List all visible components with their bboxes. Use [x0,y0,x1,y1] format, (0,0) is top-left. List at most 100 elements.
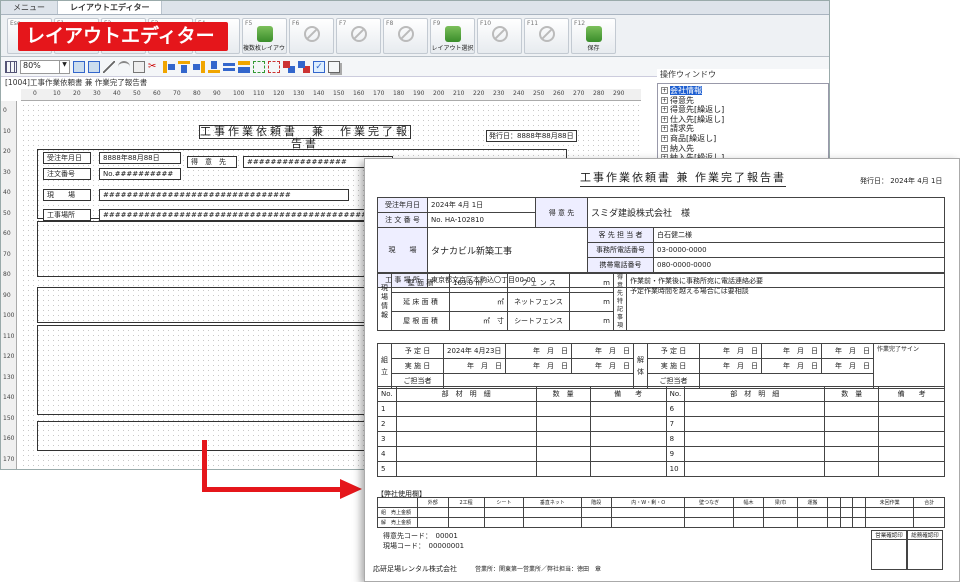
align-left-icon[interactable] [163,60,175,73]
site-info-table: 現場情報 壁 面 積 163.0 ㎡ フ ェ ン ス m 得意先特記事項 作業前… [377,273,945,331]
distribute-icon[interactable] [223,60,235,73]
expand-icon[interactable]: + [661,115,668,123]
canvas-parts-frame[interactable] [37,325,367,415]
completion-sign-label: 作業完了サイン [873,343,945,389]
text-tool-icon[interactable] [133,60,145,73]
expand-icon[interactable]: + [661,87,668,94]
canvas-site-label[interactable]: 現 場 [43,189,91,201]
fence-unit: m [569,273,614,293]
align-bottom-icon[interactable] [208,60,220,73]
move-tool-icon[interactable] [88,60,100,73]
tree-item[interactable]: + 得意先[繰返し] [661,105,825,115]
canvas-address-label[interactable]: 工事場所 [43,209,91,221]
fkey-number: F7 [339,20,347,27]
fkey-button-5[interactable]: F5 複数枚レイアウト [242,18,287,54]
actual-date-label: 実 施 日 [391,358,444,374]
check-icon[interactable]: ✓ [313,60,325,73]
ruler-h-tick: 110 [253,90,265,97]
company-col-header: 合計 [913,497,945,508]
fkey-button-10[interactable]: F10 [477,18,522,54]
tree-item[interactable]: + 得意先 [661,96,825,106]
group-icon[interactable] [253,60,265,73]
same-width-icon[interactable] [238,60,250,73]
tab-layout-editor[interactable]: レイアウトエディター [58,1,163,14]
canvas-assembly-frame[interactable] [37,287,367,323]
tree-item[interactable]: + 会社情報 [661,86,825,96]
ruler-v-tick: 40 [3,189,11,196]
fkey-number: F10 [480,20,492,27]
curve-tool-icon[interactable] [118,60,130,73]
order-date-label: 受注年月日 [377,197,428,213]
canvas-date-label[interactable]: 受注年月日 [43,152,91,164]
assembly-side-label: 組立 [377,343,392,389]
tree-item[interactable]: + 請求先 [661,124,825,134]
parts-row-no: 5 [377,461,397,477]
sheet-title: 工事作業依頼書 兼 作業完了報告書 [580,169,786,187]
company-col-header: 外部 [417,497,449,508]
canvas-issue-date[interactable]: 発行日：8888年88月88日 [486,130,577,142]
order-no-value: No. HA-102810 [427,212,536,228]
back-icon[interactable] [298,60,310,73]
d-actual-date-2: 年 月 日 [761,358,822,374]
canvas-address-value[interactable]: ########################################… [99,209,379,221]
fkey-button-7[interactable]: F7 [336,18,381,54]
planned-date-label: 予 定 日 [391,343,444,359]
ruler-v-tick: 0 [3,107,7,114]
align-right-icon[interactable] [193,60,205,73]
planned-date-value: 2024年 4月23日 [443,343,506,359]
company-col-header: 壁つなぎ [684,497,734,508]
parts-row-no: 2 [377,416,397,432]
grid-icon[interactable] [5,60,17,73]
tree-item[interactable]: + 仕入先[繰返し] [661,115,825,125]
fence-label: フ ェ ン ス [507,273,570,293]
ruler-v-tick: 90 [3,291,11,299]
expand-icon[interactable]: + [661,106,668,114]
ruler-v-tick: 20 [3,148,11,155]
tab-menu[interactable]: メニュー [1,1,58,14]
company-col-header: 2工程 [447,497,485,508]
tree-item[interactable]: + 商品[繰返し] [661,134,825,144]
parts-row-no: 4 [377,446,397,462]
front-icon[interactable] [283,60,295,73]
arrow-right-icon [340,479,362,499]
fkey-button-8[interactable]: F8 [383,18,428,54]
canvas-order-no-value[interactable]: No.########## [99,168,181,180]
contact-label: 客 先 担 当 者 [587,227,654,243]
site-info-side-label: 現場情報 [377,273,392,331]
canvas-site-value[interactable]: ################################ [99,189,349,201]
canvas-client-label[interactable]: 得 意 先 [187,156,237,168]
zoom-select[interactable]: 80% ▼ [20,59,70,74]
actual-date-2: 年 月 日 [505,358,572,374]
canvas-site-info-frame[interactable] [37,221,367,277]
expand-icon[interactable]: + [661,144,668,152]
office-footer: 営業所：関東第一営業所／弊社担当：徳田 章 [475,566,602,573]
canvas-title[interactable]: 工事作業依頼書 兼 作業完了報告書 [199,125,411,150]
expand-icon[interactable]: + [661,125,668,133]
fkey-label: 複数枚レイアウト [243,45,286,52]
company-col-header: 階段 [580,497,613,508]
cut-icon[interactable]: ✂ [148,61,160,73]
company-col-header: 未回作業 [864,497,915,508]
fkey-button-12[interactable]: F12 保存 [571,18,616,54]
line-tool-icon[interactable] [103,60,115,73]
company-use-table: 外部 2工程 シート 垂直ネット 階段 内・W・剰・O 壁つなぎ 幅木 梁/巾 運搬 未回作業 合計組… [377,497,945,528]
parts-table: No. 部 材 明 細 数 量 備 考 No. 部 材 明 細 数 量 備 考 … [377,386,945,477]
expand-icon[interactable]: + [661,134,668,142]
canvas-order-no-label[interactable]: 注文番号 [43,168,91,180]
company-row-label: 解 売上金額 [377,517,418,528]
fkey-button-11[interactable]: F11 [524,18,569,54]
ruler-h-tick: 0 [33,90,37,97]
operation-window-title: 操作ウィンドウ [660,70,716,79]
align-top-icon[interactable] [178,60,190,73]
ungroup-icon[interactable] [268,60,280,73]
sheet-fence-unit: m [569,311,614,331]
select-tool-icon[interactable] [73,60,85,73]
fkey-button-9[interactable]: F9 レイアウト選択 [430,18,475,54]
ruler-h-tick: 200 [433,90,445,97]
fkey-button-6[interactable]: F6 [289,18,334,54]
sales-confirm-label: 営業確認印 [875,533,903,539]
expand-icon[interactable]: + [661,96,668,104]
tree-item[interactable]: + 納入先 [661,144,825,154]
canvas-date-value[interactable]: 8888年88月88日 [99,152,181,164]
copy-icon[interactable] [328,60,340,73]
